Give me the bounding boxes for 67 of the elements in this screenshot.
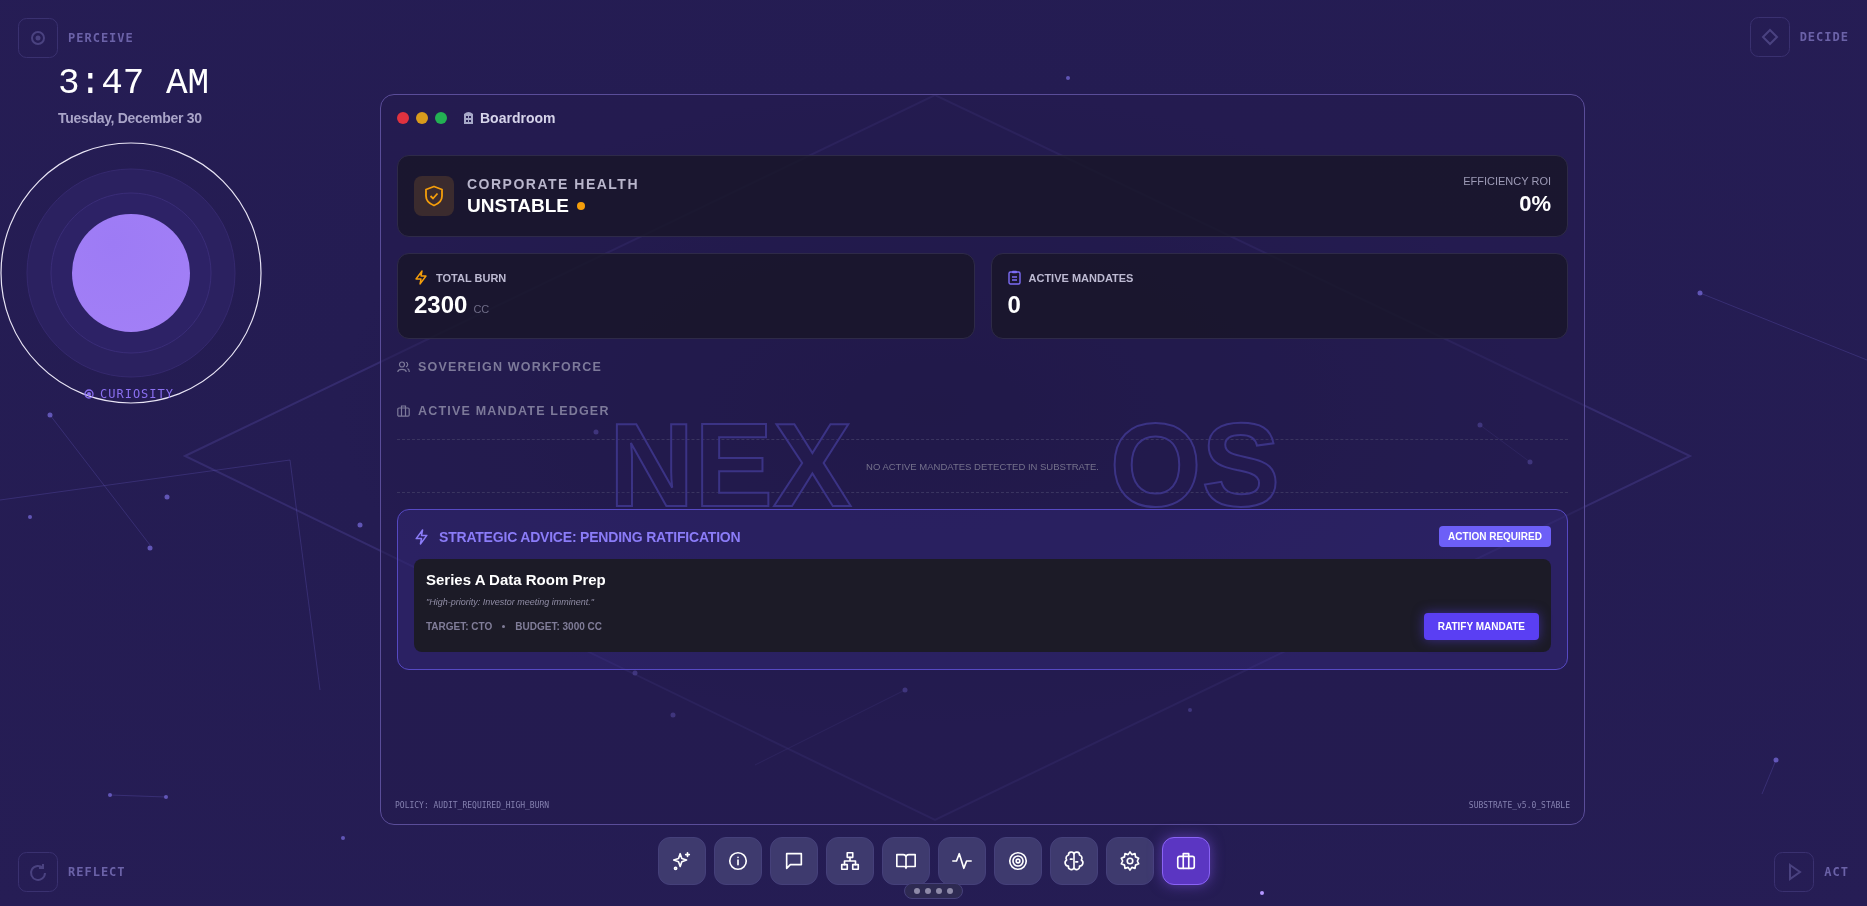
chat-app-button[interactable] [769,837,818,885]
book-app-button[interactable] [881,837,930,885]
rotate-icon [18,852,58,892]
mandate-budget: BUDGET: 3000 CC [515,621,602,632]
mood-label: CURIOSITY [100,387,175,401]
shield-icon [414,176,454,216]
pulse-app-button[interactable] [937,837,986,885]
target-app-button[interactable] [993,837,1042,885]
roi-value: 0% [1518,191,1551,217]
page-indicator[interactable] [904,883,963,899]
stat-label: ACTIVE MANDATES [1028,271,1134,284]
status-dot-icon [577,201,586,210]
section-heading: SOVEREIGN WORKFORCE [418,360,602,374]
section-heading: ACTIVE MANDATE LEDGER [418,404,610,418]
action-required-badge: ACTION REQUIRED [1439,526,1551,547]
corner-label: ACT [1824,865,1849,879]
briefcase-app-button[interactable] [1161,837,1210,885]
info-icon [726,850,749,872]
sparkles-icon [670,850,693,872]
briefcase-icon [397,405,410,417]
health-status: UNSTABLE [467,194,570,217]
brand-watermark-text: OS [1109,406,1281,524]
clock-time: 3:47 AM [58,64,211,104]
corner-label: PERCEIVE [68,31,134,45]
minimize-button[interactable] [416,112,428,124]
gear-app-button[interactable] [1105,837,1154,885]
mandate-target: TARGET: CTO [426,621,493,632]
mandate-title: Series A Data Room Prep [426,571,607,588]
target-icon [18,18,58,58]
clock-date: Tuesday, December 30 [58,110,203,126]
version-text: SUBSTRATE_v5.0_STABLE [1468,801,1570,810]
corner-label: REFLECT [68,865,126,879]
clipboard-icon [1007,270,1021,285]
maximize-button[interactable] [435,112,447,124]
advice-title: STRATEGIC ADVICE: PENDING RATIFICATION [439,528,742,545]
briefcase-icon [1174,850,1197,872]
info-app-button[interactable] [713,837,762,885]
hierarchy-icon [838,850,861,872]
ratify-mandate-button[interactable]: RATIFY MANDATE [1423,613,1539,640]
active-indicator-dot [1259,891,1264,895]
users-icon [397,361,410,373]
mandate-quote: "High-priority: Investor meeting imminent." [426,597,596,607]
target-icon [1006,850,1029,872]
stat-unit: CC [473,303,490,315]
window-title: Boardroom [480,110,556,126]
health-label: CORPORATE HEALTH [467,175,641,192]
lightning-icon [414,270,428,285]
stat-value: 0 [1007,291,1021,319]
pulse-icon [950,850,973,872]
brain-app-button[interactable] [1049,837,1098,885]
roi-label: EFFICIENCY ROI [1463,175,1551,187]
hierarchy-app-button[interactable] [825,837,874,885]
brand-watermark-text: NEX [609,406,852,524]
eye-icon [84,389,94,399]
policy-text: POLICY: AUDIT_REQUIRED_HIGH_BURN [395,801,550,810]
gear-icon [1118,850,1141,872]
stat-value: 2300 [414,291,468,319]
lightning-icon [414,528,429,545]
close-button[interactable] [397,112,409,124]
corner-label: DECIDE [1799,30,1849,44]
play-icon [1774,852,1815,892]
empty-state-message: NO ACTIVE MANDATES DETECTED IN SUBSTRATE. [866,460,1099,472]
separator-dot-icon [502,625,506,628]
building-icon [462,111,475,125]
stat-label: TOTAL BURN [436,271,507,284]
sparkles-app-button[interactable] [657,837,706,885]
brain-icon [1062,850,1085,872]
